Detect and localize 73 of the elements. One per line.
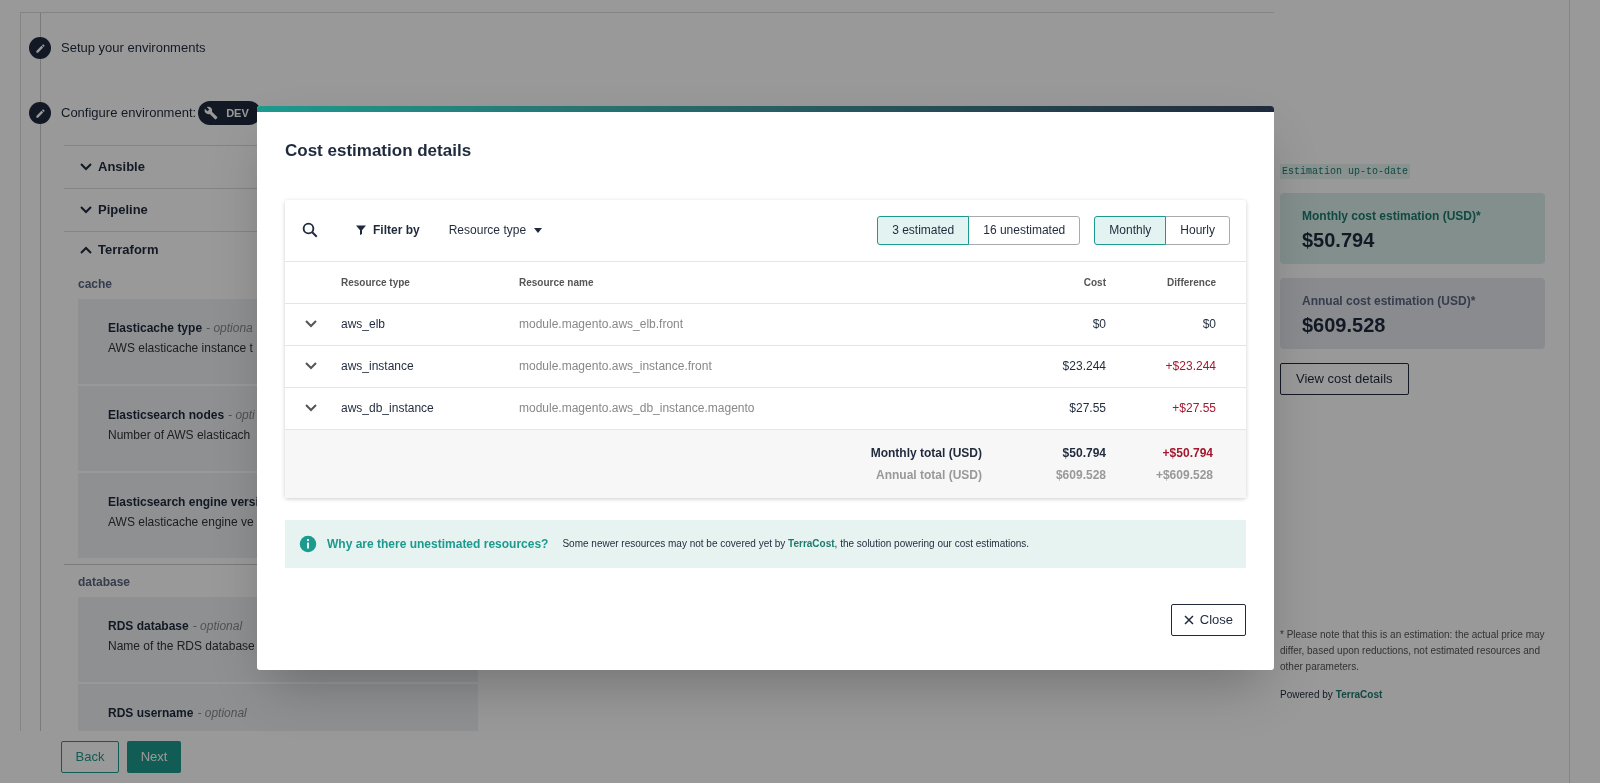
step-label: Setup your environments	[61, 39, 206, 58]
total-label: Monthly total (USD)	[869, 444, 983, 462]
terracost-link[interactable]: TerraCost	[788, 538, 835, 549]
resource-type-dropdown[interactable]: Resource type	[448, 221, 543, 239]
estimate-toggle[interactable]: 16 unestimated	[968, 215, 1081, 245]
environment-badge: DEV	[198, 101, 261, 125]
field-description: Number of AWS elasticach	[108, 427, 252, 444]
table-cell-text: $27.55	[1068, 400, 1106, 417]
expand-icon	[305, 320, 317, 328]
field-description: Name of the RDS database	[108, 638, 256, 655]
table-cell-text: aws_elb	[341, 316, 387, 333]
table-cell-text: +$23.244	[1164, 358, 1217, 375]
expand-icon	[305, 362, 317, 370]
pencil-icon	[29, 37, 51, 59]
field-name: RDS username	[108, 705, 194, 722]
total-difference: +$609.528	[1154, 466, 1214, 484]
table-cell-text: module.magento.aws_db_instance.magento	[519, 400, 756, 417]
filter-button[interactable]: Filter by	[355, 221, 420, 239]
table-cell-text: module.magento.aws_instance.front	[519, 358, 713, 375]
table-cell-text: +$27.55	[1171, 400, 1217, 417]
view-details-button[interactable]: View cost details	[1280, 363, 1409, 395]
total-cost: $50.794	[1061, 444, 1106, 462]
table-cell-text: $0	[1091, 316, 1106, 333]
column-header: Cost	[1082, 275, 1106, 290]
estimate-toggle[interactable]: 3 estimated	[877, 215, 970, 245]
search-icon[interactable]	[301, 221, 319, 239]
table-cell-text: $0	[1201, 316, 1217, 333]
cost-value: $609.528	[1302, 313, 1387, 338]
field-name: RDS database	[108, 618, 189, 635]
close-button[interactable]: Close	[1170, 604, 1246, 636]
field-description: AWS elasticache instance t	[108, 340, 254, 357]
table-cell-text: module.magento.aws_elb.front	[519, 316, 685, 333]
column-header: Resource type	[341, 275, 411, 290]
optional-note: - opti	[228, 407, 255, 424]
filter-icon	[355, 224, 367, 236]
notice-text: Some newer resources may not be covered yet by TerraCost, the solution powering our cost estimations.	[562, 537, 1030, 551]
section-title: database	[78, 575, 131, 589]
chevron-down-icon	[80, 163, 92, 171]
pencil-icon	[29, 102, 51, 124]
expand-icon	[305, 404, 317, 412]
wrench-icon	[204, 106, 219, 120]
info-icon	[299, 534, 317, 553]
total-label: Annual total (USD)	[875, 466, 983, 484]
section-title: cache	[78, 277, 113, 291]
column-header: Resource name	[519, 275, 595, 290]
total-cost: $609.528	[1054, 466, 1106, 484]
column-header: Difference	[1166, 275, 1217, 290]
terracost-link[interactable]: TerraCost	[1335, 687, 1383, 702]
cost-label: Monthly cost estimation (USD)*	[1302, 208, 1482, 225]
period-toggle[interactable]: Monthly	[1094, 215, 1167, 245]
chevron-down-icon	[80, 206, 92, 214]
field-name: Elasticache type	[108, 320, 203, 337]
footnote: * Please note that this is an estimation: the actual price may differ, based upon reductions, not estimated resources and other parameters.	[1280, 628, 1545, 674]
optional-note: - optional	[192, 618, 243, 635]
field-name: Elasticsearch nodes	[108, 407, 225, 424]
dialog-title: Cost estimation details	[285, 140, 472, 162]
close-icon	[1183, 615, 1194, 625]
cost-label: Annual cost estimation (USD)*	[1302, 293, 1477, 310]
table-cell-text: aws_db_instance	[341, 400, 435, 417]
optional-note: - optiona	[206, 320, 253, 337]
powered-by-label: Powered by	[1280, 688, 1333, 702]
optional-note: - optional	[197, 705, 247, 722]
status-tag: Estimation up-to-date	[1280, 164, 1411, 179]
notice-title: Why are there unestimated resources?	[327, 535, 549, 553]
total-difference: +$50.794	[1161, 444, 1214, 462]
period-toggle[interactable]: Hourly	[1165, 215, 1230, 245]
table-cell-text: aws_instance	[341, 358, 415, 375]
field-description: AWS elasticache engine ve	[108, 514, 255, 531]
step-label: Configure environment:	[61, 104, 197, 123]
table-cell-text: $23.244	[1061, 358, 1106, 375]
chevron-up-icon	[80, 245, 92, 254]
cost-value: $50.794	[1302, 228, 1376, 253]
caret-icon	[534, 227, 543, 233]
